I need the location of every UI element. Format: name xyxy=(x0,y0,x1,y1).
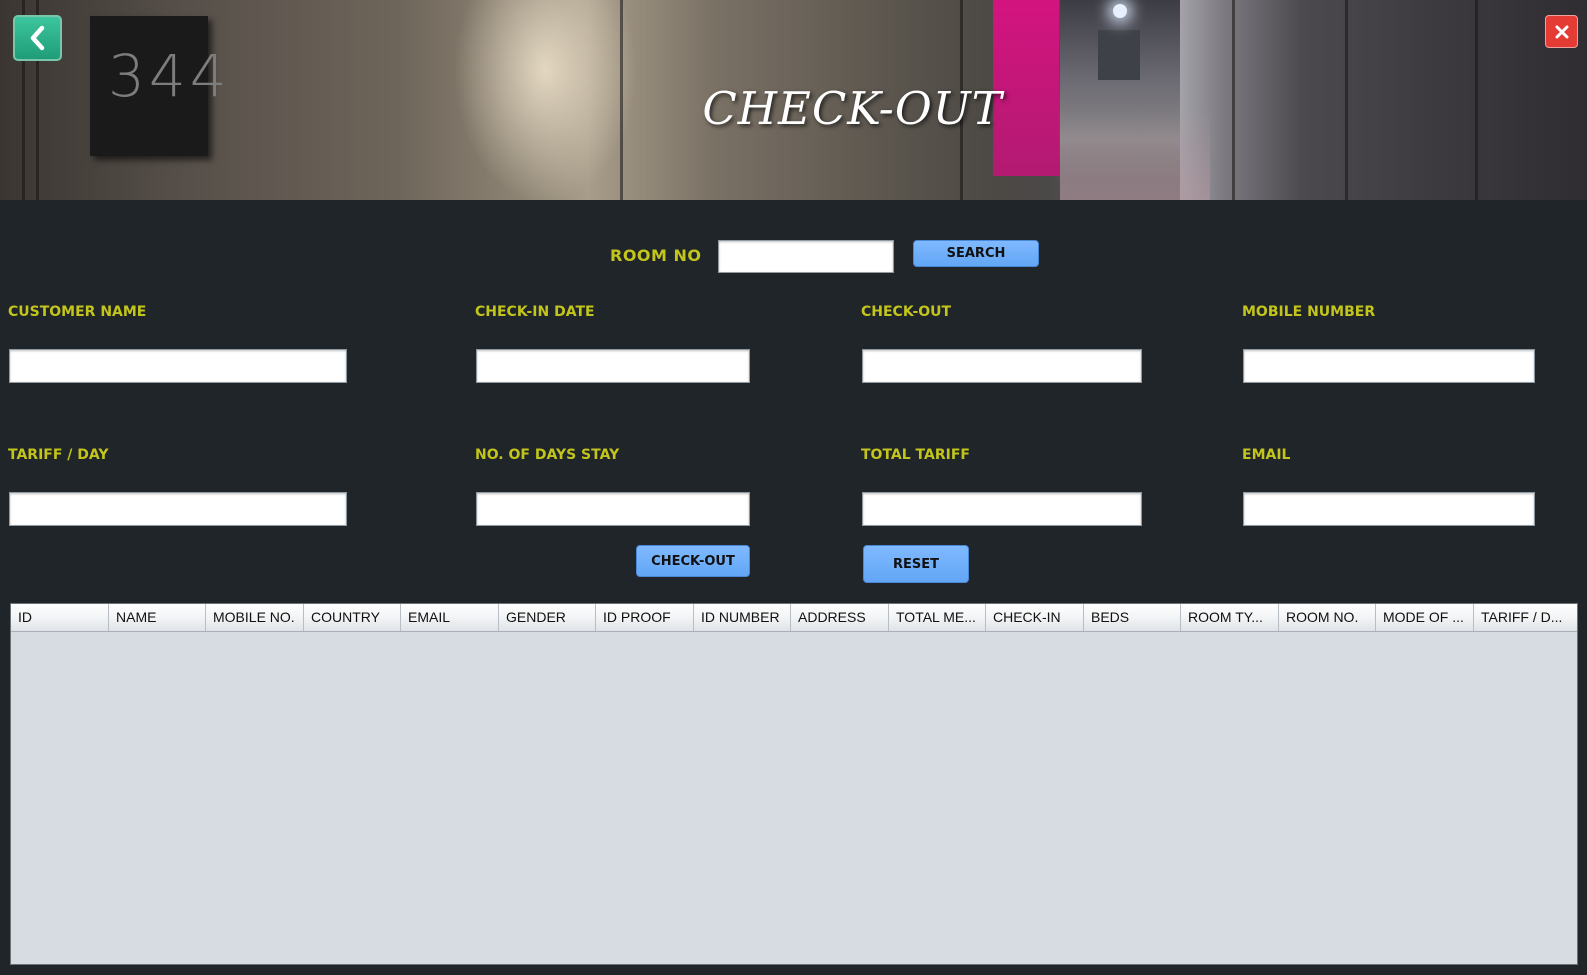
column-header-room-no[interactable]: ROOM NO. xyxy=(1279,604,1376,631)
column-header-tariff-day[interactable]: TARIFF / D... xyxy=(1474,604,1577,631)
column-header-id-proof[interactable]: ID PROOF xyxy=(596,604,694,631)
back-button[interactable] xyxy=(13,15,62,61)
column-header-email[interactable]: EMAIL xyxy=(401,604,499,631)
tariff-day-label: TARIFF / DAY xyxy=(8,447,109,463)
column-header-address[interactable]: ADDRESS xyxy=(791,604,889,631)
checkout-button[interactable]: CHECK-OUT xyxy=(636,545,750,577)
days-stay-label: NO. OF DAYS STAY xyxy=(475,447,620,463)
room-no-label: ROOM NO xyxy=(610,246,702,265)
column-header-country[interactable]: COUNTRY xyxy=(304,604,401,631)
checkin-date-label: CHECK-IN DATE xyxy=(475,304,595,320)
mobile-number-input[interactable] xyxy=(1243,349,1535,383)
column-header-room-type[interactable]: ROOM TY... xyxy=(1181,604,1279,631)
hallway-light xyxy=(1113,4,1127,18)
room-no-input[interactable] xyxy=(718,240,894,273)
page-title: CHECK-OUT xyxy=(702,82,1003,135)
close-icon xyxy=(1555,25,1568,38)
column-header-gender[interactable]: GENDER xyxy=(499,604,596,631)
table-body[interactable] xyxy=(11,632,1577,964)
email-input[interactable] xyxy=(1243,492,1535,526)
tariff-day-input[interactable] xyxy=(9,492,347,526)
close-button[interactable] xyxy=(1545,15,1578,48)
total-tariff-label: TOTAL TARIFF xyxy=(861,447,970,463)
customer-name-input[interactable] xyxy=(9,349,347,383)
days-stay-input[interactable] xyxy=(476,492,750,526)
column-header-mobile[interactable]: MOBILE NO. xyxy=(206,604,304,631)
column-header-check-in[interactable]: CHECK-IN xyxy=(986,604,1084,631)
column-header-total-members[interactable]: TOTAL ME... xyxy=(889,604,986,631)
customer-name-label: CUSTOMER NAME xyxy=(8,304,147,320)
email-label: EMAIL xyxy=(1242,447,1291,463)
column-header-beds[interactable]: BEDS xyxy=(1084,604,1181,631)
search-button[interactable]: SEARCH xyxy=(913,240,1039,267)
chevron-left-icon xyxy=(30,25,44,51)
customer-table[interactable]: ID NAME MOBILE NO. COUNTRY EMAIL GENDER … xyxy=(10,603,1578,965)
checkout-date-input[interactable] xyxy=(862,349,1142,383)
hallway-door xyxy=(1098,30,1140,80)
table-header: ID NAME MOBILE NO. COUNTRY EMAIL GENDER … xyxy=(11,604,1577,632)
column-header-name[interactable]: NAME xyxy=(109,604,206,631)
checkout-label: CHECK-OUT xyxy=(861,304,952,320)
total-tariff-input[interactable] xyxy=(862,492,1142,526)
column-header-mode-of-payment[interactable]: MODE OF ... xyxy=(1376,604,1474,631)
checkin-date-input[interactable] xyxy=(476,349,750,383)
mobile-number-label: MOBILE NUMBER xyxy=(1242,304,1376,320)
column-header-id[interactable]: ID xyxy=(11,604,109,631)
column-header-id-number[interactable]: ID NUMBER xyxy=(694,604,791,631)
reset-button[interactable]: RESET xyxy=(863,545,969,583)
